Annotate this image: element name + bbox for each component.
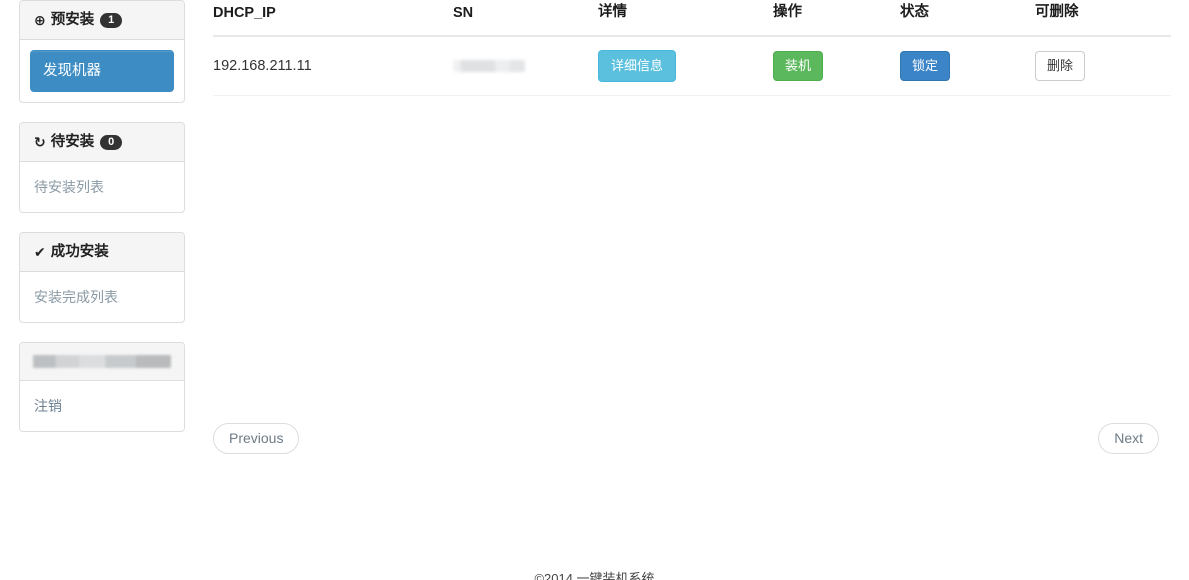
column-header-dhcp-ip: DHCP_IP [213,0,453,37]
sidebar-group-installed: ✔ 成功安装 安装完成列表 [19,232,185,323]
column-header-sn: SN [453,0,598,37]
cell-dhcp-ip: 192.168.211.11 [213,36,453,97]
sidebar-group-preinstall: ⊕ 预安装 1 发现机器 [19,0,185,103]
cell-sn [453,36,598,97]
sidebar-username-heading [20,343,184,381]
sidebar-group-user: 注销 [19,342,185,432]
column-header-deletable: 可删除 [1035,0,1171,37]
sidebar-item-pending-list[interactable]: 待安装列表 [34,177,170,197]
pagination-next-button[interactable]: Next [1098,423,1159,454]
refresh-icon: ↻ [34,134,46,150]
pagination: Previous Next [213,423,1159,454]
sidebar-group-preinstall-badge: 1 [100,13,123,28]
sidebar-group-preinstall-body: 发现机器 [20,40,184,102]
column-header-status: 状态 [900,0,1035,37]
main-content: DHCP_IP SN 详情 操作 状态 可删除 192.168.211.11 详… [213,0,1171,97]
sidebar-item-installed-list[interactable]: 安装完成列表 [34,287,170,307]
cell-status: 锁定 [900,36,1035,97]
sidebar-group-installed-body: 安装完成列表 [20,272,184,322]
cell-detail: 详细信息 [598,36,773,97]
table-row: 192.168.211.11 详细信息 装机 锁定 删除 [213,36,1171,97]
sidebar-group-pending-title: 待安装 [50,134,95,150]
sidebar-group-preinstall-title: 预安装 [50,12,95,28]
sidebar-group-pending-heading: ↻ 待安装 0 [20,123,184,162]
sidebar-group-user-body: 注销 [20,381,184,431]
footer: ©2014 一键装机系统 [0,570,1189,580]
table-header-row: DHCP_IP SN 详情 操作 状态 可删除 [213,0,1171,37]
sn-redacted [453,60,525,73]
check-icon: ✔ [34,244,46,260]
sidebar-group-pending-body: 待安装列表 [20,162,184,212]
cell-deletable: 删除 [1035,36,1171,97]
sidebar: ⊕ 预安装 1 发现机器 ↻ 待安装 0 待安装列表 ✔ 成功安装 安装完成列表 注销 [19,0,185,451]
detail-info-button[interactable]: 详细信息 [598,50,677,83]
username-redacted [33,355,171,368]
sidebar-group-pending-badge: 0 [100,135,123,150]
delete-button[interactable]: 删除 [1035,51,1086,82]
footer-copyright: ©2014 一键装机系统 [534,571,655,580]
sidebar-group-pending: ↻ 待安装 0 待安装列表 [19,122,185,213]
machines-table-head: DHCP_IP SN 详情 操作 状态 可删除 [213,0,1171,37]
sidebar-item-discover-machines[interactable]: 发现机器 [30,50,174,92]
pagination-previous-button[interactable]: Previous [213,423,300,454]
column-header-operation: 操作 [773,0,900,37]
machines-table: DHCP_IP SN 详情 操作 状态 可删除 192.168.211.11 详… [213,0,1171,97]
install-button[interactable]: 装机 [773,51,824,82]
sidebar-group-preinstall-heading: ⊕ 预安装 1 [20,1,184,40]
cell-operation: 装机 [773,36,900,97]
lock-status-button[interactable]: 锁定 [900,51,951,82]
plus-circle-icon: ⊕ [34,12,46,28]
sidebar-item-logout[interactable]: 注销 [34,396,170,416]
sidebar-group-installed-title: 成功安装 [50,244,109,260]
column-header-detail: 详情 [598,0,773,37]
sidebar-group-installed-heading: ✔ 成功安装 [20,233,184,272]
machines-table-body: 192.168.211.11 详细信息 装机 锁定 删除 [213,36,1171,97]
